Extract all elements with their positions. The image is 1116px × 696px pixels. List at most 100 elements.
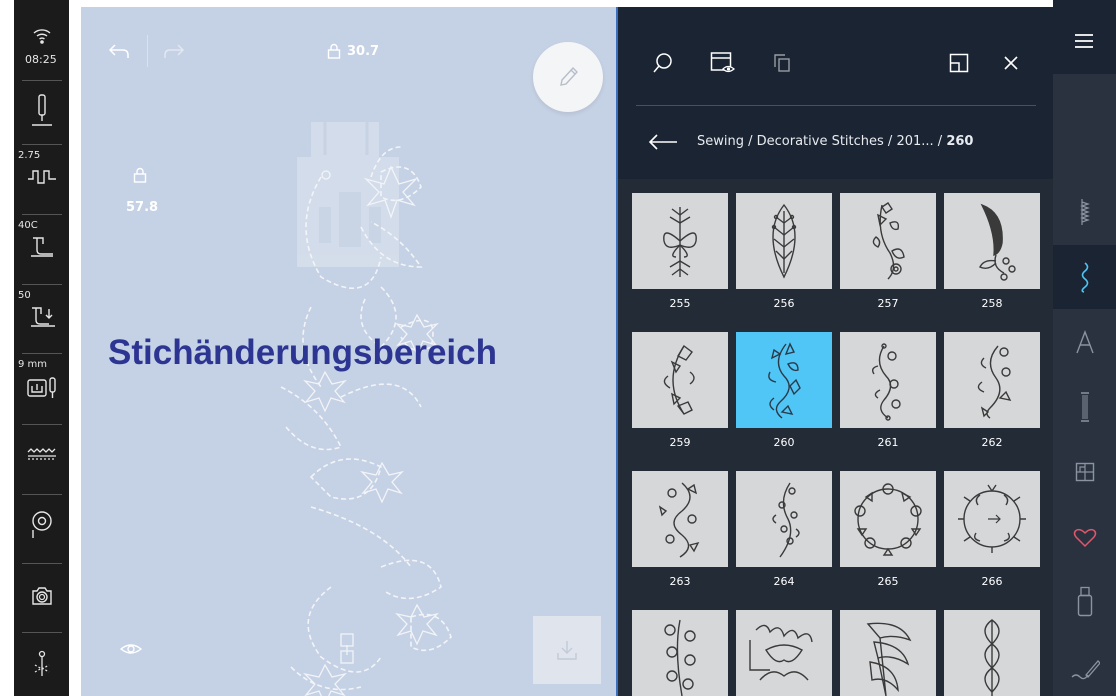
copy-icon[interactable] xyxy=(774,54,790,72)
divider xyxy=(22,284,62,285)
needle-position-button[interactable] xyxy=(14,93,69,133)
stitch-tile[interactable] xyxy=(840,610,936,696)
stitch-edit-canvas[interactable]: 30.7 57.8 Stichänderungsbereich xyxy=(81,7,617,696)
lock-icon xyxy=(133,167,147,183)
stitch-thumbnail xyxy=(854,483,922,556)
presser-foot-button[interactable]: 40C xyxy=(14,217,69,277)
stitch-number: 262 xyxy=(981,436,1003,449)
divider xyxy=(22,424,62,425)
category-personal-program[interactable] xyxy=(1053,635,1116,696)
stitch-tile-263[interactable] xyxy=(632,471,728,567)
menu-icon[interactable] xyxy=(1074,33,1094,49)
stitch-number: 263 xyxy=(669,575,691,588)
search-icon[interactable] xyxy=(652,52,674,74)
bobbin-icon xyxy=(32,511,52,538)
stitch-thumbnail xyxy=(984,619,1000,696)
save-to-memory-button[interactable] xyxy=(533,616,601,684)
category-quilt-stitches[interactable] xyxy=(1053,440,1116,504)
stitch-number: 260 xyxy=(773,436,795,449)
status-time: 08:25 xyxy=(25,53,57,66)
stitch-thumbnail xyxy=(663,207,697,277)
close-icon[interactable] xyxy=(1003,55,1019,71)
stitch-thumbnail xyxy=(977,345,1012,419)
tension-icon xyxy=(27,448,56,460)
wifi-status[interactable]: 08:25 xyxy=(14,27,69,72)
presser-pressure-icon xyxy=(31,307,55,327)
presser-foot-value: 40C xyxy=(18,220,38,231)
breadcrumb-path: Sewing / Decorative Stitches / 201... / xyxy=(697,134,947,149)
quilt-icon xyxy=(1075,462,1095,482)
category-practical-stitches[interactable] xyxy=(1053,180,1116,244)
stitch-thumbnail xyxy=(771,203,797,279)
category-buttonholes[interactable] xyxy=(1053,375,1116,439)
needle-size-value: 9 mm xyxy=(18,359,48,370)
divider xyxy=(22,353,62,354)
download-icon xyxy=(557,641,577,660)
stitch-width-value: 2.75 xyxy=(18,150,41,161)
decorative-stitch-icon xyxy=(1081,262,1089,293)
needle-threader-button[interactable] xyxy=(14,648,69,688)
stitch-tile-255[interactable] xyxy=(632,193,728,289)
stitch-tile-260[interactable] xyxy=(736,332,832,428)
stitch-tile-264[interactable] xyxy=(736,471,832,567)
edit-button[interactable] xyxy=(533,42,603,112)
stitch-tile-266[interactable] xyxy=(944,471,1040,567)
stitch-grid: 255 256 257 258 259 260 261 262 263 264 … xyxy=(618,179,1053,696)
stitch-tile-261[interactable] xyxy=(840,332,936,428)
pattern-height-value: 30.7 xyxy=(347,44,380,59)
eye-icon[interactable] xyxy=(119,641,143,657)
preview-window-icon[interactable] xyxy=(710,51,736,75)
divider xyxy=(636,105,1036,106)
stitch-number: 264 xyxy=(773,575,795,588)
stitch-tile-259[interactable] xyxy=(632,332,728,428)
stitch-number: 265 xyxy=(877,575,899,588)
stitch-tile-257[interactable] xyxy=(840,193,936,289)
presser-pressure-button[interactable]: 50 xyxy=(14,287,69,347)
divider xyxy=(22,494,62,495)
divider xyxy=(22,80,62,81)
stitch-tile-262[interactable] xyxy=(944,332,1040,428)
stitch-number: 259 xyxy=(669,436,691,449)
back-arrow-icon[interactable] xyxy=(648,133,678,151)
stitch-thumbnail xyxy=(663,344,695,415)
stitch-tile-258[interactable] xyxy=(944,193,1040,289)
camera-button[interactable] xyxy=(14,578,69,622)
divider xyxy=(22,144,62,145)
category-decorative-stitches[interactable] xyxy=(1053,245,1116,309)
divider xyxy=(22,214,62,215)
breadcrumb: Sewing / Decorative Stitches / 201... / … xyxy=(697,134,973,149)
stitch-tile[interactable] xyxy=(944,610,1040,696)
window-size-icon[interactable] xyxy=(949,53,969,73)
category-memory[interactable] xyxy=(1053,570,1116,634)
needle-icon xyxy=(32,94,52,126)
heart-icon xyxy=(1073,528,1097,548)
stitch-number: 255 xyxy=(669,297,691,310)
stitch-width-button[interactable]: 2.75 xyxy=(14,147,69,207)
stitch-tile-256[interactable] xyxy=(736,193,832,289)
needle-size-button[interactable]: 9 mm xyxy=(14,356,69,416)
stitch-tile-265[interactable] xyxy=(840,471,936,567)
left-toolbar: 08:25 2.75 40C 50 9 mm xyxy=(14,0,69,696)
bobbin-button[interactable] xyxy=(14,505,69,549)
stitch-tile[interactable] xyxy=(736,610,832,696)
stitch-thumbnail xyxy=(768,342,801,419)
breadcrumb-current: 260 xyxy=(946,134,974,149)
divider xyxy=(147,35,148,67)
stitch-tile[interactable] xyxy=(632,610,728,696)
undo-icon[interactable] xyxy=(108,43,130,59)
divider xyxy=(22,632,62,633)
area-label: Stichänderungsbereich xyxy=(108,333,497,372)
category-alphabets[interactable] xyxy=(1053,310,1116,374)
thread-tension-button[interactable] xyxy=(14,438,69,478)
stitch-thumbnail xyxy=(872,202,905,280)
stitch-thumbnail xyxy=(749,624,813,681)
redo-icon[interactable] xyxy=(163,43,185,59)
pencil-icon xyxy=(560,66,578,86)
presser-foot-icon xyxy=(31,237,53,257)
presser-pressure-value: 50 xyxy=(18,290,31,301)
stitch-number: 261 xyxy=(877,436,899,449)
category-favorites[interactable] xyxy=(1053,505,1116,569)
threader-icon xyxy=(34,650,50,676)
stitch-thumbnail xyxy=(772,482,800,558)
stitch-thumbnail xyxy=(958,484,1026,553)
